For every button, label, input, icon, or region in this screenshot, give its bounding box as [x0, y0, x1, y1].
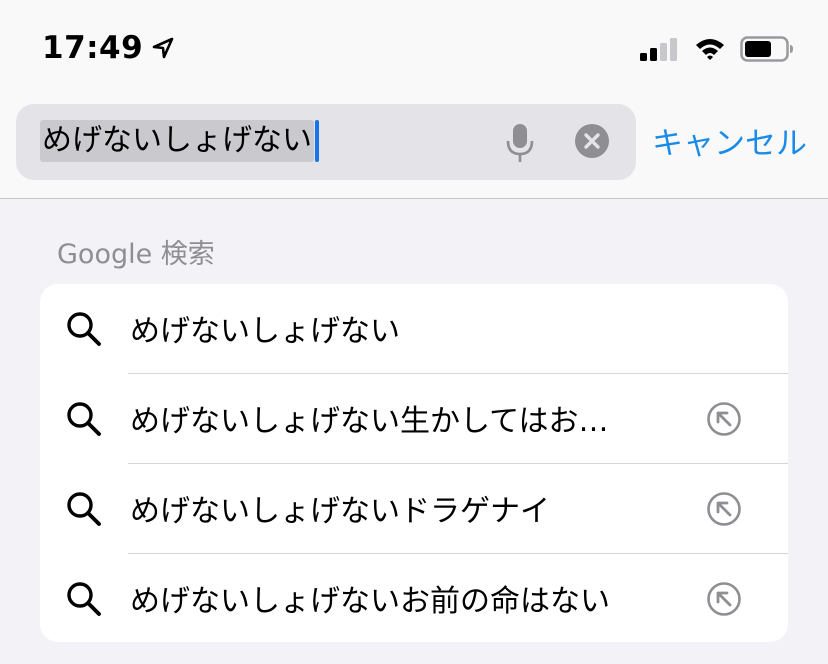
fill-arrow-up-left-icon[interactable]	[706, 491, 742, 527]
suggestion-label: めげないしょげない	[130, 314, 400, 349]
status-indicators	[640, 36, 794, 62]
top-bar: 17:49 めげないしょげない キャンセル	[0, 0, 828, 199]
search-input[interactable]: めげないしょげない	[16, 104, 636, 180]
time-text: 17:49	[42, 30, 144, 66]
list-item[interactable]: めげないしょげない	[40, 284, 788, 374]
wifi-icon	[696, 39, 724, 60]
suggestion-label: めげないしょげないお前の命はない	[130, 584, 610, 619]
suggestion-label: めげないしょげない生かしてはお…	[130, 404, 609, 439]
list-item[interactable]: めげないしょげない生かしてはお…	[40, 374, 788, 464]
magnifying-glass-icon	[67, 312, 101, 346]
suggestions-list: めげないしょげない めげないしょげない生かしてはお… めげないしょげないドラゲナ…	[40, 284, 788, 642]
list-item[interactable]: めげないしょげないお前の命はない	[40, 554, 788, 642]
location-arrow-icon	[152, 37, 174, 59]
fill-arrow-up-left-icon[interactable]	[706, 581, 742, 617]
magnifying-glass-icon	[67, 582, 101, 616]
search-query[interactable]: めげないしょげない	[40, 120, 319, 162]
magnifying-glass-icon	[67, 402, 101, 436]
section-title-google-search: Google 検索	[57, 239, 215, 270]
search-query-text: めげないしょげない	[40, 120, 314, 162]
magnifying-glass-icon	[67, 492, 101, 526]
text-caret	[315, 120, 319, 162]
cancel-button[interactable]: キャンセル	[652, 118, 807, 163]
fill-arrow-up-left-icon[interactable]	[706, 401, 742, 437]
clear-circle-x-icon[interactable]	[575, 124, 609, 158]
battery-icon	[740, 36, 793, 62]
status-bar-time: 17:49	[42, 30, 175, 66]
microphone-icon[interactable]	[504, 122, 536, 164]
list-item[interactable]: めげないしょげないドラゲナイ	[40, 464, 788, 554]
suggestion-label: めげないしょげないドラゲナイ	[130, 494, 550, 529]
cellular-signal-icon	[640, 38, 677, 61]
